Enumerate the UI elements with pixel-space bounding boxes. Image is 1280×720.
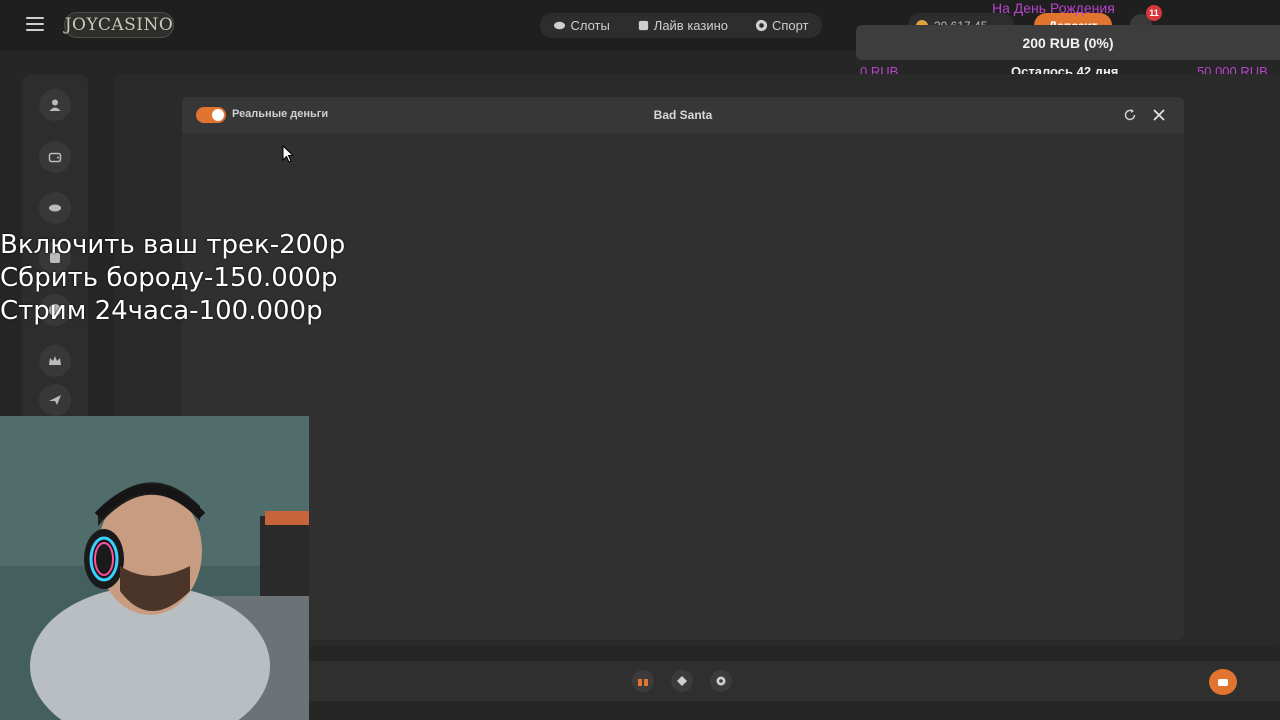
gift-icon	[638, 677, 648, 686]
nav-label: Спорт	[771, 18, 809, 33]
webcam-feed	[0, 416, 309, 720]
chat-icon	[1218, 679, 1228, 686]
sport-ball-icon	[755, 19, 768, 32]
nav-item-sport[interactable]: Спорт	[755, 18, 809, 33]
slots-icon	[49, 204, 61, 212]
wallet-icon	[48, 152, 62, 163]
notification-badge: 11	[1146, 5, 1162, 21]
nav-label: Лайв казино	[653, 18, 729, 33]
sidebar-item-vip[interactable]	[39, 345, 71, 377]
stream-overlay-text: Включить ваш трек-200р Сбрить бороду-150…	[0, 229, 345, 328]
chat-button[interactable]	[1209, 669, 1237, 695]
crown-icon	[49, 356, 61, 365]
sidebar-item-aviator[interactable]	[39, 384, 71, 416]
overlay-line: Включить ваш трек-200р	[0, 230, 346, 260]
webcam-image	[0, 416, 309, 720]
close-icon[interactable]	[1151, 107, 1167, 123]
logo-text: JOYCASINO	[64, 15, 174, 35]
slots-icon	[554, 21, 566, 30]
game-title: Bad Santa	[653, 108, 713, 122]
site-logo[interactable]: JOYCASINO	[64, 12, 174, 38]
footer-gift-button[interactable]	[632, 670, 654, 692]
reload-icon[interactable]	[1123, 108, 1137, 122]
donation-goal-progress-text: 200 RUB (0%)	[1022, 34, 1114, 51]
settings-icon	[716, 676, 726, 686]
mouse-cursor-icon	[282, 145, 294, 163]
footer-ticket-button[interactable]	[671, 670, 693, 692]
nav-item-slots[interactable]: Слоты	[553, 18, 610, 33]
main-nav: Слоты Лайв казино Спорт	[540, 13, 822, 38]
hamburger-menu-icon[interactable]	[26, 17, 44, 31]
footer-settings-button[interactable]	[710, 670, 732, 692]
aviator-plane-icon	[49, 395, 61, 405]
sidebar-item-profile[interactable]	[39, 89, 71, 121]
sidebar-item-slots[interactable]	[39, 192, 71, 224]
live-casino-icon	[638, 20, 648, 31]
overlay-line: Стрим 24часа-100.000р	[0, 296, 323, 326]
overlay-line: Сбрить бороду-150.000р	[0, 263, 338, 293]
nav-item-live-casino[interactable]: Лайв казино	[637, 18, 728, 33]
ticket-icon	[677, 676, 687, 686]
game-frame-header: Реальные деньги Bad Santa	[182, 97, 1184, 133]
donation-goal-bar: 200 RUB (0%)	[856, 25, 1280, 60]
game-frame[interactable]: Реальные деньги Bad Santa	[182, 97, 1184, 640]
donation-goal-title: На День Рождения	[992, 0, 1115, 16]
user-icon	[49, 99, 61, 111]
sidebar-item-wallet[interactable]	[39, 141, 71, 173]
nav-label: Слоты	[570, 18, 610, 33]
